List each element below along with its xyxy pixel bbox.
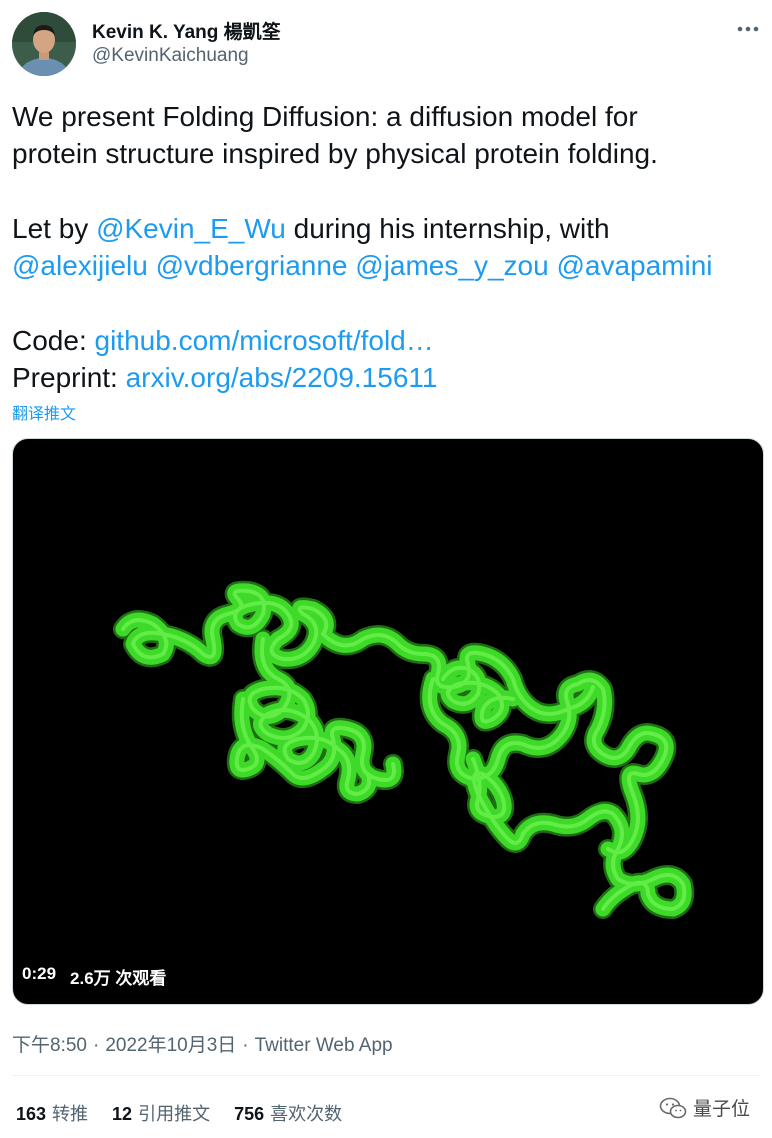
- tweet-text-line: @alexijielu @vdbergrianne @james_y_zou @…: [12, 247, 762, 284]
- tweet-time[interactable]: 下午8:50: [12, 1035, 87, 1056]
- divider: [12, 1075, 760, 1076]
- retweets-stat[interactable]: 163 转推: [16, 1100, 88, 1126]
- stat-count: 163: [16, 1104, 47, 1124]
- tweet-text-line: Preprint: arxiv.org/abs/2209.15611: [12, 359, 762, 396]
- preprint-label: Preprint:: [12, 362, 126, 393]
- code-link[interactable]: github.com/microsoft/fold…: [95, 325, 434, 356]
- stat-label: 引用推文: [138, 1104, 211, 1124]
- wechat-icon: [659, 1097, 687, 1118]
- mention-link[interactable]: @avapamini: [556, 250, 712, 281]
- preprint-link[interactable]: arxiv.org/abs/2209.15611: [126, 362, 438, 393]
- mention-link[interactable]: @alexijielu: [12, 250, 148, 281]
- tweet-text-fragment: Let by: [12, 213, 97, 244]
- tweet-meta: 下午8:50 · 2022年10月3日 · Twitter Web App: [12, 1030, 393, 1057]
- meta-separator: ·: [92, 1035, 100, 1056]
- tweet-source[interactable]: Twitter Web App: [255, 1035, 393, 1056]
- meta-separator: ·: [242, 1035, 249, 1056]
- translate-tweet-link[interactable]: 翻译推文: [12, 400, 76, 424]
- video-view-count: 2.6万 次观看: [70, 969, 167, 988]
- mention-link[interactable]: @vdbergrianne: [156, 250, 348, 281]
- more-horizontal-icon: [737, 26, 759, 32]
- tweet-text-line: We present Folding Diffusion: a diffusio…: [12, 101, 638, 132]
- video-info-overlay: 0:29 2.6万 次观看: [22, 964, 166, 989]
- stat-label: 转推: [52, 1104, 89, 1124]
- stat-count: 756: [234, 1104, 265, 1124]
- watermark-text: 量子位: [692, 1099, 750, 1120]
- likes-stat[interactable]: 756 喜欢次数: [234, 1100, 342, 1126]
- mention-link[interactable]: @Kevin_E_Wu: [96, 213, 286, 244]
- stat-count: 12: [112, 1104, 133, 1124]
- tweet-text-line: protein structure inspired by physical p…: [12, 138, 658, 169]
- more-options-button[interactable]: [734, 18, 762, 40]
- tweet-stats: 163 转推 12 引用推文 756 喜欢次数: [16, 1100, 342, 1126]
- mention-link[interactable]: @james_y_zou: [355, 250, 548, 281]
- video-player[interactable]: [12, 438, 764, 1005]
- quote-tweets-stat[interactable]: 12 引用推文: [112, 1100, 210, 1126]
- tweet-text-fragment: during his internship, with: [285, 213, 610, 244]
- tweet-text: We present Folding Diffusion: a diffusio…: [12, 98, 762, 396]
- tweet-card: Kevin K. Yang 楊凱筌 @KevinKaichuang We pre…: [0, 0, 772, 1138]
- video-duration: 0:29: [22, 964, 57, 983]
- author-display-name[interactable]: Kevin K. Yang 楊凱筌: [92, 17, 281, 44]
- tweet-text-line: Code: github.com/microsoft/fold…: [12, 322, 762, 359]
- tweet-text-line: Let by @Kevin_E_Wu during his internship…: [12, 210, 762, 247]
- tweet-date[interactable]: 2022年10月3日: [105, 1035, 236, 1056]
- watermark: 量子位: [659, 1094, 750, 1121]
- protein-structure-animation: [13, 439, 764, 1005]
- stat-label: 喜欢次数: [270, 1104, 343, 1124]
- avatar[interactable]: [12, 12, 76, 76]
- code-label: Code:: [12, 325, 95, 356]
- author-handle[interactable]: @KevinKaichuang: [92, 45, 249, 67]
